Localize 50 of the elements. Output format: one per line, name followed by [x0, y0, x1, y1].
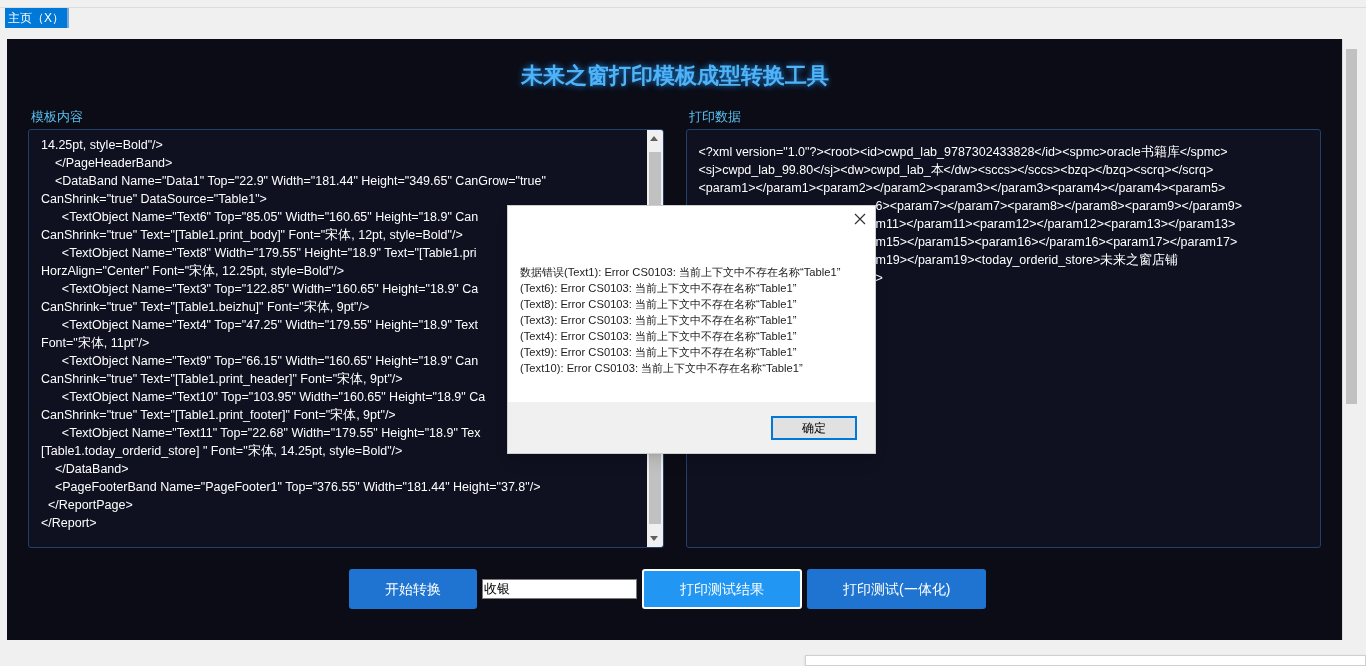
- code-line: <TextObject Name="Text10" Top="103.95" Width="160.65" Height="18.9" Ca: [60, 389, 486, 406]
- app-title: 未来之窗打印模板成型转换工具: [519, 62, 830, 90]
- code-line: <DataBand Name="Data1" Top="22.9" Width="181.44" Height="349.65" CanGrow="true": [53, 173, 546, 190]
- code-line: <?xml version="1.0"?><root><id>cwpd_lab_9787302433828</id><spmc>oracle书籍库</spmc>: [698, 144, 1228, 161]
- section-label: 模板内容: [30, 108, 84, 126]
- code-line: m19></param19><today_orderid_store>未来之窗店铺: [875, 252, 1179, 269]
- error-message: (Text8): Error CS0103: 当前上下文中不存在名称“Table1”: [520, 297, 797, 312]
- code-line: CanShrink="true" Text="[Table1.print_body]" Font="宋体, 12pt, style=Bold"/>: [41, 227, 463, 244]
- code-line: 6><param7></param7><param8></param8><param9></param9>: [875, 198, 1243, 215]
- code-line: </Report>: [41, 515, 97, 532]
- close-icon[interactable]: [854, 213, 866, 225]
- error-message: (Text4): Error CS0103: 当前上下文中不存在名称“Table1”: [520, 329, 797, 344]
- code-line: <TextObject Name="Text4" Top="47.25" Width="179.55" Height="18.9" Text: [60, 317, 479, 334]
- code-line: </PageHeaderBand>: [53, 155, 173, 172]
- action-button[interactable]: 开始转换: [349, 569, 477, 609]
- code-line: m11></param11><param12></param12><param13></param13>: [875, 216, 1236, 233]
- error-message: 数据错误(Text1): Error CS0103: 当前上下文中不存在名称“Table1”: [520, 265, 841, 280]
- code-line: 14.25pt, style=Bold"/>: [41, 137, 163, 154]
- code-line: >: [875, 270, 883, 287]
- code-line: <TextObject Name="Text3" Top="122.85" Width="160.65" Height="18.9" Ca: [60, 281, 479, 298]
- code-line: CanShrink="true" Text="[Table1.print_footer]" Font="宋体, 9pt"/>: [41, 407, 396, 424]
- code-line: CanShrink="true" DataSource="Table1">: [41, 191, 267, 208]
- code-line: <TextObject Name="Text6" Top="85.05" Width="160.65" Height="18.9" Can: [60, 209, 479, 226]
- code-line: HorzAlign="Center" Font="宋体, 12.25pt, style=Bold"/>: [41, 263, 344, 280]
- ok-button[interactable]: 确定: [771, 415, 857, 440]
- scroll-down-icon[interactable]: [649, 536, 658, 541]
- code-line: </ReportPage>: [46, 497, 133, 514]
- error-message: (Text3): Error CS0103: 当前上下文中不存在名称“Table1”: [520, 313, 797, 328]
- error-message: (Text10): Error CS0103: 当前上下文中不存在名称“Table1”: [520, 361, 803, 376]
- tab[interactable]: 主页（X）: [5, 8, 69, 28]
- input-field[interactable]: 收银: [482, 579, 637, 599]
- action-button[interactable]: 打印测试(一体化): [807, 569, 987, 609]
- code-line: m15></param15><param16></param16><param17></param17>: [875, 234, 1238, 251]
- code-line: <sj>cwpd_lab_99.80</sj><dw>cwpd_lab_本</dw><sccs></sccs><bzq></bzq><scrq></scrq>: [698, 162, 1214, 179]
- code-line: Font="宋体, 11pt"/>: [41, 335, 150, 352]
- section-label: 打印数据: [687, 108, 742, 126]
- scrollbar-thumb[interactable]: [1346, 49, 1357, 404]
- action-button[interactable]: 打印测试结果: [642, 569, 802, 609]
- error-message: (Text9): Error CS0103: 当前上下文中不存在名称“Table1”: [520, 345, 797, 360]
- code-line: CanShrink="true" Text="[Table1.print_header]" Font="宋体, 9pt"/>: [41, 371, 403, 388]
- code-line: <TextObject Name="Text8" Width="179.55" Height="18.9" Text="[Table1.pri: [60, 245, 477, 262]
- code-line: <TextObject Name="Text9" Top="66.15" Width="160.65" Height="18.9" Can: [60, 353, 479, 370]
- code-line: CanShrink="true" Text="[Table1.beizhu]" Font="宋体, 9pt"/>: [41, 299, 370, 316]
- error-message: (Text6): Error CS0103: 当前上下文中不存在名称“Table1”: [520, 281, 797, 296]
- scroll-up-icon[interactable]: [649, 136, 658, 141]
- code-line: <param1></param1><param2></param2><param3></param3><param4></param4><param5>: [698, 180, 1226, 197]
- code-line: <TextObject Name="Text11" Top="22.68" Width="179.55" Height="18.9" Tex: [60, 425, 481, 442]
- code-line: <PageFooterBand Name="PageFooter1" Top="376.55" Width="181.44" Height="37.8"/>: [53, 479, 541, 496]
- code-line: </DataBand>: [53, 461, 129, 478]
- code-line: [Table1.today_orderid_store] " Font="宋体, 14.25pt, style=Bold"/>: [41, 443, 403, 460]
